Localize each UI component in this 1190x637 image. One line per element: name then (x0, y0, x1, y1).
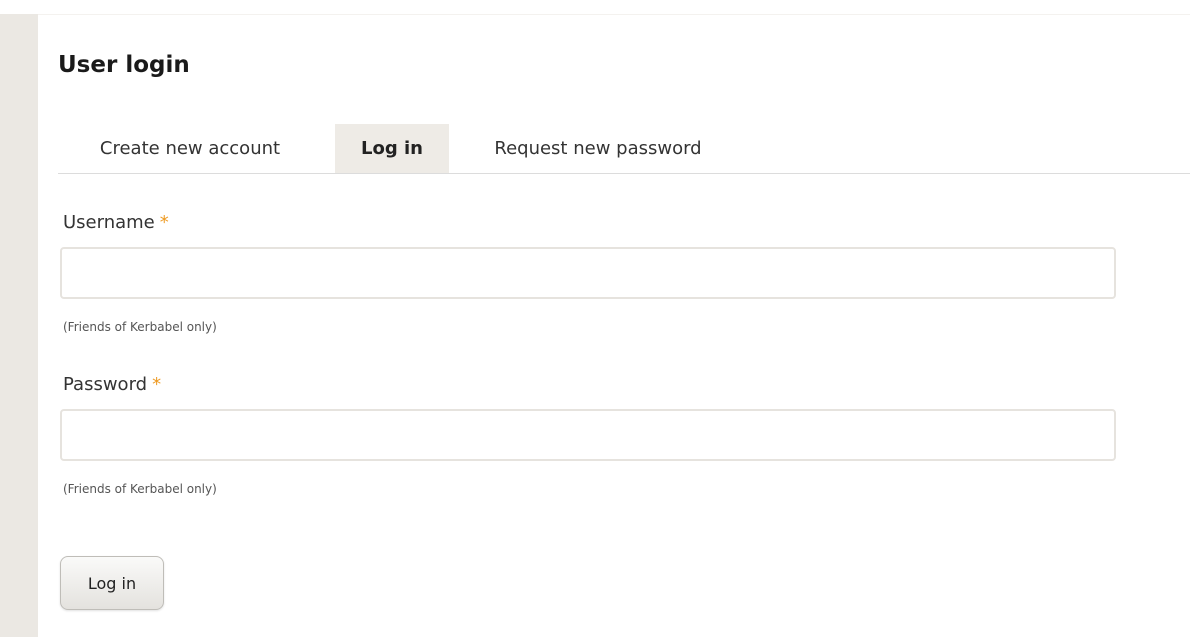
username-input[interactable] (60, 247, 1116, 299)
top-divider (38, 14, 1190, 15)
password-input[interactable] (60, 409, 1116, 461)
tab-log-in[interactable]: Log in (335, 124, 449, 173)
username-label: Username * (63, 212, 169, 233)
username-description: (Friends of Kerbabel only) (63, 320, 217, 334)
left-sidebar-strip (0, 14, 38, 637)
username-label-text: Username (63, 212, 155, 233)
log-in-button[interactable]: Log in (60, 556, 164, 610)
tab-request-new-password[interactable]: Request new password (462, 124, 734, 173)
tab-create-new-account[interactable]: Create new account (58, 124, 322, 173)
required-marker: * (152, 374, 162, 395)
page-title: User login (58, 52, 190, 78)
page: User login Create new account Log in Req… (0, 0, 1190, 637)
password-label-text: Password (63, 374, 148, 395)
password-description: (Friends of Kerbabel only) (63, 482, 217, 496)
tab-bar: Create new account Log in Request new pa… (58, 124, 1190, 174)
password-label: Password * (63, 374, 161, 395)
required-marker: * (159, 212, 169, 233)
